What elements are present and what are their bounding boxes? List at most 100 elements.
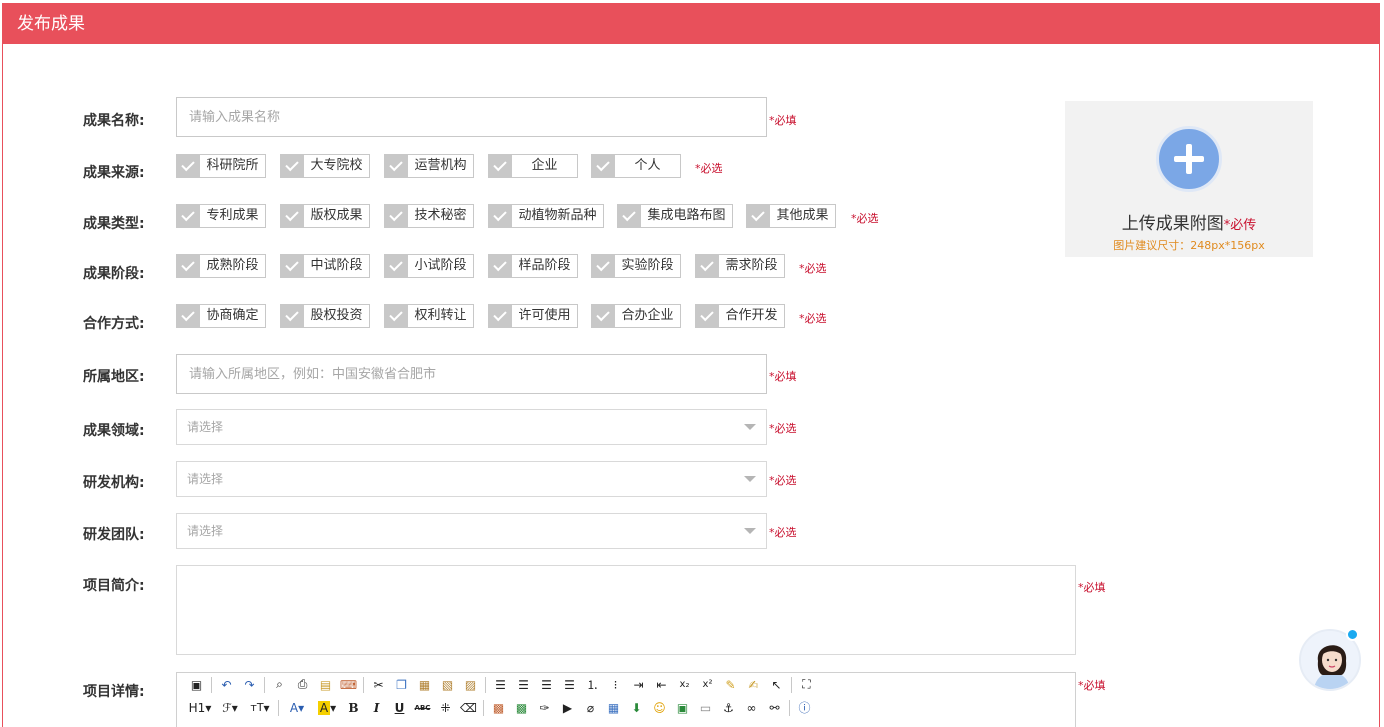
border-icon[interactable]: ⁜ [434, 698, 457, 718]
type-option-trade-secret[interactable]: 技术秘密 [384, 204, 474, 228]
type-option-other[interactable]: 其他成果 [746, 204, 836, 228]
font-size-dropdown[interactable]: тT ▾ [245, 698, 275, 718]
code-icon[interactable]: ⌨ [337, 675, 360, 695]
eraser-icon[interactable]: ⌫ [457, 698, 480, 718]
domain-select[interactable]: 请选择 [176, 409, 767, 445]
type-option-ic-layout[interactable]: 集成电路布图 [617, 204, 733, 228]
template-icon[interactable]: ▤ [314, 675, 337, 695]
align-right-icon[interactable]: ☰ [535, 675, 558, 695]
type-option-patent[interactable]: 专利成果 [176, 204, 266, 228]
outdent-icon[interactable]: ⇤ [650, 675, 673, 695]
cut-icon[interactable]: ✂ [367, 675, 390, 695]
type-required: *必选 [851, 212, 879, 225]
panel-title: 发布成果 [3, 4, 1379, 44]
coop-option-equity[interactable]: 股权投资 [280, 304, 370, 328]
strikethrough-button[interactable]: ABC [411, 698, 434, 718]
justify-icon[interactable]: ☰ [558, 675, 581, 695]
subscript-icon[interactable]: x₂ [673, 675, 696, 695]
superscript-icon[interactable]: x² [696, 675, 719, 695]
align-center-icon[interactable]: ☰ [512, 675, 535, 695]
underline-button[interactable]: U [388, 698, 411, 718]
link-icon[interactable]: ∞ [740, 698, 763, 718]
stage-option-mature[interactable]: 成熟阶段 [176, 254, 266, 278]
detail-label: 项目详情: [83, 684, 145, 700]
rich-text-editor[interactable]: ▣ ↶ ↷ ⌕ ⎙ ▤ ⌨ ✂ ❐ ▦ ▧ ▨ ☰ ☰ ☰ ☰ ⒈ ⁝ ⇥ ⇤ … [176, 672, 1076, 727]
stage-option-sample[interactable]: 样品阶段 [488, 254, 578, 278]
stage-option-demand[interactable]: 需求阶段 [695, 254, 785, 278]
upload-attachment-area[interactable]: 上传成果附图*必传 图片建议尺寸：248px*156px [1065, 101, 1313, 257]
ordered-list-icon[interactable]: ⒈ [581, 675, 604, 695]
unordered-list-icon[interactable]: ⁝ [604, 675, 627, 695]
font-family-dropdown[interactable]: ℱ ▾ [215, 698, 245, 718]
publish-panel: 发布成果 成果名称: *必填 成果来源: 科研院所 大专院校 运营机构 企业 个… [2, 3, 1380, 727]
unlink-icon[interactable]: ⚯ [763, 698, 786, 718]
highlight-color-dropdown[interactable]: A ▾ [312, 698, 342, 718]
source-option-enterprise[interactable]: 企业 [488, 154, 578, 178]
coop-option-negotiate[interactable]: 协商确定 [176, 304, 266, 328]
table-icon[interactable]: ▦ [602, 698, 625, 718]
cursor-icon[interactable]: ↖ [765, 675, 788, 695]
indent-icon[interactable]: ⇥ [627, 675, 650, 695]
preview-icon[interactable]: ⌕ [268, 675, 291, 695]
paste-text-icon[interactable]: ▧ [436, 675, 459, 695]
emoji-icon[interactable]: ☺ [648, 698, 671, 718]
insert-image-icon[interactable]: ▩ [487, 698, 510, 718]
help-icon[interactable]: ⓘ [793, 698, 816, 718]
redo-icon[interactable]: ↷ [238, 675, 261, 695]
type-option-plant-variety[interactable]: 动植物新品种 [488, 204, 604, 228]
check-icon [384, 154, 408, 178]
source-option-college[interactable]: 大专院校 [280, 154, 370, 178]
attachment-icon[interactable]: ⌀ [579, 698, 602, 718]
source-option-individual[interactable]: 个人 [591, 154, 681, 178]
org-select[interactable]: 请选择 [176, 461, 767, 497]
heading-dropdown[interactable]: H1 ▾ [185, 698, 215, 718]
italic-button[interactable]: I [365, 698, 388, 718]
paste-icon[interactable]: ▦ [413, 675, 436, 695]
font-color-dropdown[interactable]: A ▾ [282, 698, 312, 718]
coop-option-transfer[interactable]: 权利转让 [384, 304, 474, 328]
toolbar-separator [363, 676, 364, 693]
image-gallery-icon[interactable]: ▣ [671, 698, 694, 718]
check-icon [176, 254, 200, 278]
check-icon [488, 254, 512, 278]
online-status-dot [1346, 628, 1359, 641]
source-option-operator[interactable]: 运营机构 [384, 154, 474, 178]
stage-option-pilot[interactable]: 中试阶段 [280, 254, 370, 278]
copy-icon[interactable]: ❐ [390, 675, 413, 695]
coop-option-joint-venture[interactable]: 合办企业 [591, 304, 681, 328]
insert-image-multi-icon[interactable]: ▩ [510, 698, 533, 718]
coop-option-license[interactable]: 许可使用 [488, 304, 578, 328]
bold-button[interactable]: B [342, 698, 365, 718]
region-required: *必填 [769, 370, 797, 383]
name-input[interactable] [176, 97, 767, 137]
print-icon[interactable]: ⎙ [291, 675, 314, 695]
upload-required: *必传 [1223, 218, 1257, 233]
toolbar-separator [264, 676, 265, 693]
video-icon[interactable]: ▶ [556, 698, 579, 718]
type-option-copyright[interactable]: 版权成果 [280, 204, 370, 228]
paste-word-icon[interactable]: ▨ [459, 675, 482, 695]
stage-label: 成果阶段: [83, 266, 145, 282]
team-select[interactable]: 请选择 [176, 513, 767, 549]
source-option-research[interactable]: 科研院所 [176, 154, 266, 178]
source-icon[interactable]: ▣ [185, 675, 208, 695]
fullscreen-icon[interactable]: ⛶ [795, 675, 818, 695]
clear-format-icon[interactable]: ✎ [719, 675, 742, 695]
intro-textarea[interactable] [176, 565, 1076, 655]
add-icon[interactable] [1156, 126, 1222, 192]
align-left-icon[interactable]: ☰ [489, 675, 512, 695]
page-break-icon[interactable]: ▭ [694, 698, 717, 718]
region-input[interactable] [176, 354, 767, 394]
anchor-icon[interactable]: ⚓ [717, 698, 740, 718]
source-required: *必选 [695, 162, 723, 175]
attachment-link-icon[interactable]: ✑ [533, 698, 556, 718]
coop-required: *必选 [799, 312, 827, 325]
stage-option-small-test[interactable]: 小试阶段 [384, 254, 474, 278]
select-all-icon[interactable]: ✍ [742, 675, 765, 695]
stage-option-experiment[interactable]: 实验阶段 [591, 254, 681, 278]
coop-option-co-develop[interactable]: 合作开发 [695, 304, 785, 328]
org-label: 研发机构: [83, 475, 145, 491]
undo-icon[interactable]: ↶ [215, 675, 238, 695]
check-icon [280, 254, 304, 278]
insert-row-icon[interactable]: ⬇ [625, 698, 648, 718]
